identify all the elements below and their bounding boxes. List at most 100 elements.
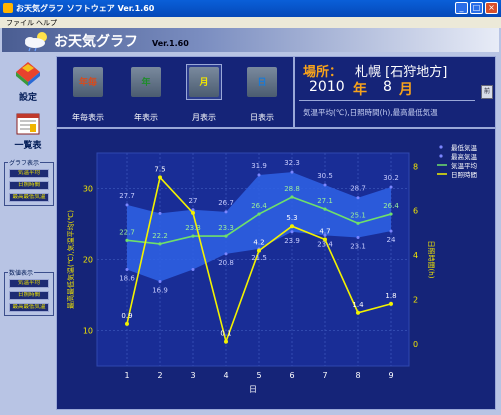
min-temp-data-label: 24 [387,236,396,244]
max-temp-point [158,211,162,215]
max-temp-point [257,173,261,177]
max-temp-point [125,203,129,207]
max-temp-point [323,183,327,187]
ytick-right-label: 4 [413,251,418,260]
avg-temp-point [125,238,129,242]
weather-chart: 102030024681 2 3 4 5 6 7 8 9日最高最低気温(℃),気温平均(℃) 日照… [66,143,478,394]
max-temp-data-label: 30.5 [317,172,333,180]
graph-avg-temp-button[interactable]: 気温平均 [9,169,49,178]
view-year-button[interactable]: 年 [129,65,163,99]
max-temp-point [356,196,360,200]
x-axis-title: 日 [249,385,257,394]
max-temp-data-label: 28.7 [350,185,366,193]
menu-help[interactable]: ヘルプ [36,18,57,28]
table-avg-temp-button[interactable]: 気温平均 [9,279,49,288]
view-toolbar: 年毎 年毎表示 年 年表示 月 月表示 日 日表示 [56,56,294,128]
legend-marker [439,154,443,158]
view-yearly-button[interactable]: 年毎 [71,65,105,99]
max-temp-data-label: 30.2 [383,174,399,182]
avg-temp-point [191,234,195,238]
max-temp-data-label: 27.7 [119,192,135,200]
list-label: 一覧表 [14,141,42,151]
max-temp-point [191,208,195,212]
table-list-icon [16,113,40,135]
ytick-left-label: 30 [83,185,93,194]
sunshine-point [158,175,162,180]
min-temp-point [389,229,393,233]
xtick-label: 3 [190,371,195,380]
avg-temp-data-label: 23.3 [218,224,234,232]
avg-temp-point [389,212,393,216]
ytick-left-label: 10 [83,327,93,336]
min-temp-data-label: 23.4 [317,240,333,248]
info-panel: 場所： 札幌 [石狩地方] 2010 年 8 月 気温平均(℃),日照時間(h)… [294,56,496,128]
table-maxmin-temp-button[interactable]: 最高最低気温 [9,303,49,312]
view-day-button[interactable]: 日 [245,65,279,99]
minimize-button[interactable]: _ [455,2,468,14]
app-icon [3,3,13,13]
xtick-label: 2 [157,371,162,380]
sunshine-point [389,301,393,306]
min-temp-data-label: 21.5 [251,254,267,262]
ytick-right-label: 0 [413,340,418,349]
sunshine-point [224,339,228,344]
sunshine-point [125,321,129,326]
prev-button[interactable]: 前 [481,85,493,99]
min-temp-point [125,267,129,271]
view-yearly-label: 年毎表示 [72,113,104,122]
avg-temp-point [158,242,162,246]
sunshine-data-label: 5.3 [286,214,297,222]
menu-bar: ファイル ヘルプ [0,17,501,28]
avg-temp-data-label: 28.8 [284,185,300,193]
sunshine-data-label: 1.8 [385,292,396,300]
sunshine-data-label: 4.2 [253,239,264,247]
sunshine-data-label: 0.9 [121,312,132,320]
max-temp-data-label: 27 [189,197,198,205]
year-unit: 年 [353,82,367,98]
view-month-button[interactable]: 月 [187,65,221,99]
xtick-label: 7 [322,371,327,380]
sunshine-point [257,248,261,253]
location-value: 札幌 [石狩地方] [355,65,448,80]
location-label: 場所： [303,65,343,80]
ytick-right-label: 6 [413,207,418,216]
xtick-label: 5 [256,371,261,380]
table-group-title: 数値表示 [8,268,35,277]
avg-temp-data-label: 27.1 [317,197,333,205]
view-month-icon-text: 月 [199,78,209,88]
month-value: 8 [383,79,392,95]
graph-maxmin-temp-button[interactable]: 最高最低気温 [9,193,49,202]
legend-label: 最高気温 [451,152,478,161]
avg-temp-point [356,221,360,225]
y-axis-right-title: 日照時間(h) [427,241,435,279]
sunshine-data-label: 4.7 [319,228,330,236]
min-temp-data-label: 20.8 [218,259,234,267]
view-year-label: 年表示 [134,113,158,122]
min-temp-point [191,267,195,271]
xtick-label: 4 [223,371,228,380]
graph-sunshine-button[interactable]: 日照時間 [9,181,49,190]
avg-temp-data-label: 26.4 [383,202,399,210]
min-temp-data-label: 16.9 [152,287,168,295]
ytick-right-label: 2 [413,295,418,304]
min-temp-point [158,280,162,284]
ytick-left-label: 20 [83,256,93,265]
menu-file[interactable]: ファイル [6,18,34,28]
avg-temp-data-label: 25.1 [350,211,366,219]
avg-temp-data-label: 26.4 [251,202,267,210]
table-sunshine-button[interactable]: 日照時間 [9,291,49,300]
settings-button[interactable] [12,58,44,88]
list-button[interactable] [14,112,42,136]
info-divider [299,100,475,101]
y-axis-left-title: 最高最低気温(℃),気温平均(℃) [66,210,75,309]
maximize-button[interactable]: □ [470,2,483,14]
xtick-label: 9 [388,371,393,380]
min-temp-data-label: 23.9 [284,237,300,245]
min-temp-point [356,235,360,239]
chart-panel: 10 20 30 0 2 4 6 8 1 2 3 4 5 6 7 8 9 日最高最低気温(℃),気温平均(℃) 日照… [56,128,496,410]
settings-icon [16,62,40,86]
app-version: Ver.1.60 [152,39,189,48]
avg-temp-data-label: 23.3 [185,224,201,232]
max-temp-data-label: 26.7 [218,199,234,207]
close-button[interactable]: × [485,2,498,14]
